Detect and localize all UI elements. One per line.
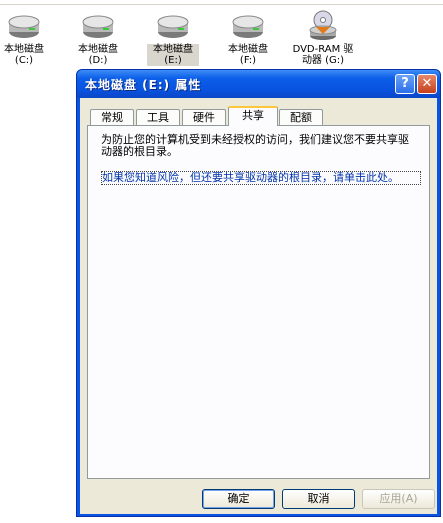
hard-disk-icon bbox=[153, 10, 193, 42]
drive-name: 本地磁盘 bbox=[78, 44, 118, 55]
properties-dialog: 本地磁盘 (E:) 属性 ? ✕ 常规 工具 硬件 共享 配额 为防止您的计算机… bbox=[76, 69, 441, 517]
share-root-warning: 为防止您的计算机受到未经授权的访问，我们建议您不要共享驱动器的根目录。 bbox=[101, 133, 409, 158]
drive-letter: (D:) bbox=[88, 55, 108, 66]
drive-d[interactable]: 本地磁盘 (D:) bbox=[60, 10, 136, 66]
close-icon: ✕ bbox=[421, 76, 433, 91]
drive-name: 本地磁盘 bbox=[153, 44, 193, 55]
tab-quota[interactable]: 配额 bbox=[279, 109, 323, 125]
drive-c[interactable]: 本地磁盘 (C:) bbox=[0, 10, 62, 66]
tab-sharing[interactable]: 共享 bbox=[228, 106, 278, 126]
drive-letter: (F:) bbox=[239, 55, 257, 66]
drive-letter: 动器 (G:) bbox=[301, 55, 345, 66]
share-root-link[interactable]: 如果您知道风险，但还要共享驱动器的根目录，请单击此处。 bbox=[101, 171, 421, 185]
drive-list: 本地磁盘 (C:) 本地磁盘 (D:) 本地磁盘 (E:) 本地磁盘 (F:) DVD-… bbox=[0, 10, 443, 76]
drive-f[interactable]: 本地磁盘 (F:) bbox=[210, 10, 286, 66]
dvd-drive-icon bbox=[303, 10, 343, 42]
hard-disk-icon bbox=[4, 10, 44, 42]
help-icon: ? bbox=[401, 76, 409, 91]
tab-general[interactable]: 常规 bbox=[90, 109, 134, 125]
drive-letter: (C:) bbox=[14, 55, 34, 66]
drive-name: 本地磁盘 bbox=[4, 44, 44, 55]
hard-disk-icon bbox=[78, 10, 118, 42]
drive-g[interactable]: DVD-RAM 驱动器 (G:) bbox=[285, 10, 361, 66]
tab-tools[interactable]: 工具 bbox=[136, 109, 180, 125]
dialog-client: 常规 工具 硬件 共享 配额 为防止您的计算机受到未经授权的访问，我们建议您不要… bbox=[80, 98, 437, 514]
cancel-button[interactable]: 取消 bbox=[282, 489, 355, 509]
drive-name: DVD-RAM 驱 bbox=[292, 44, 354, 55]
hard-disk-icon bbox=[228, 10, 268, 42]
drive-name: 本地磁盘 bbox=[228, 44, 268, 55]
drive-e[interactable]: 本地磁盘 (E:) bbox=[135, 10, 211, 66]
title-bar[interactable]: 本地磁盘 (E:) 属性 ? ✕ bbox=[77, 70, 440, 98]
explorer-toolbar-edge bbox=[0, 0, 443, 5]
sharing-panel: 为防止您的计算机受到未经授权的访问，我们建议您不要共享驱动器的根目录。 如果您知… bbox=[87, 125, 430, 479]
drive-letter: (E:) bbox=[164, 55, 182, 66]
ok-button[interactable]: 确定 bbox=[202, 489, 275, 509]
help-button[interactable]: ? bbox=[395, 74, 415, 94]
apply-button[interactable]: 应用(A) bbox=[362, 489, 435, 509]
close-button[interactable]: ✕ bbox=[417, 74, 437, 94]
tab-hardware[interactable]: 硬件 bbox=[182, 109, 226, 125]
dialog-title: 本地磁盘 (E:) 属性 bbox=[85, 78, 202, 92]
